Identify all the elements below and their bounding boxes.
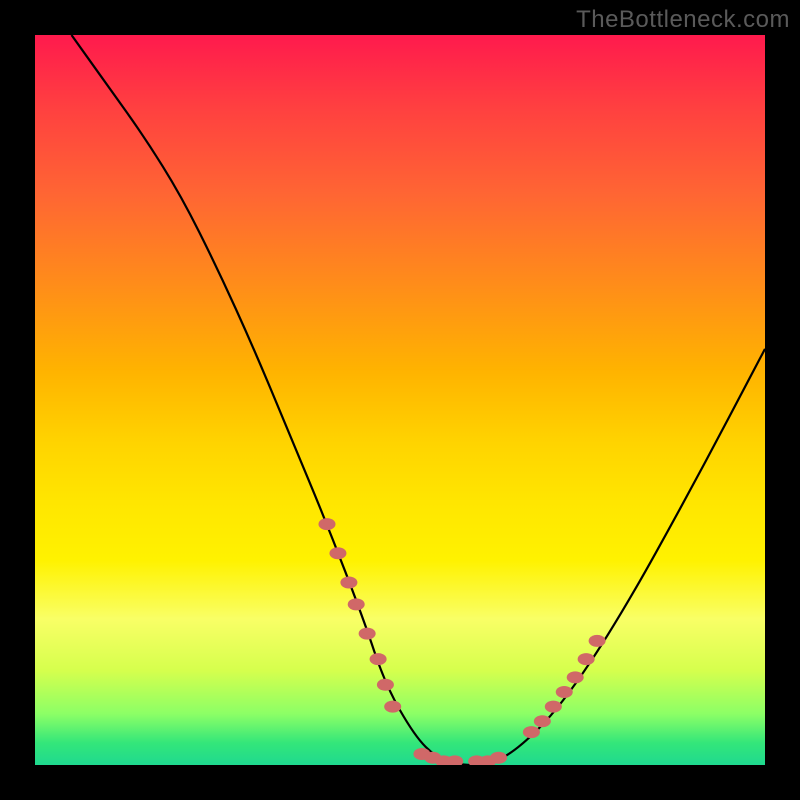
curve-path (72, 35, 766, 765)
marker-dot (319, 518, 336, 530)
dots-left-cluster (319, 518, 402, 713)
marker-dot (377, 679, 394, 691)
marker-dot (340, 577, 357, 589)
marker-dot (556, 686, 573, 698)
plot-area (35, 35, 765, 765)
marker-dot (589, 635, 606, 647)
marker-dot (490, 752, 507, 764)
chart-container: TheBottleneck.com (0, 0, 800, 800)
bottleneck-curve (35, 35, 765, 765)
dots-right-cluster (523, 635, 606, 738)
marker-dot (534, 715, 551, 727)
marker-dot (359, 628, 376, 640)
dots-bottom-cluster (413, 748, 507, 765)
marker-dot (370, 653, 387, 665)
marker-dot (348, 598, 365, 610)
marker-dot (567, 671, 584, 683)
marker-dot (578, 653, 595, 665)
marker-dot (384, 701, 401, 713)
marker-dot (329, 547, 346, 559)
watermark-text: TheBottleneck.com (576, 6, 790, 34)
marker-dot (523, 726, 540, 738)
marker-dot (545, 701, 562, 713)
